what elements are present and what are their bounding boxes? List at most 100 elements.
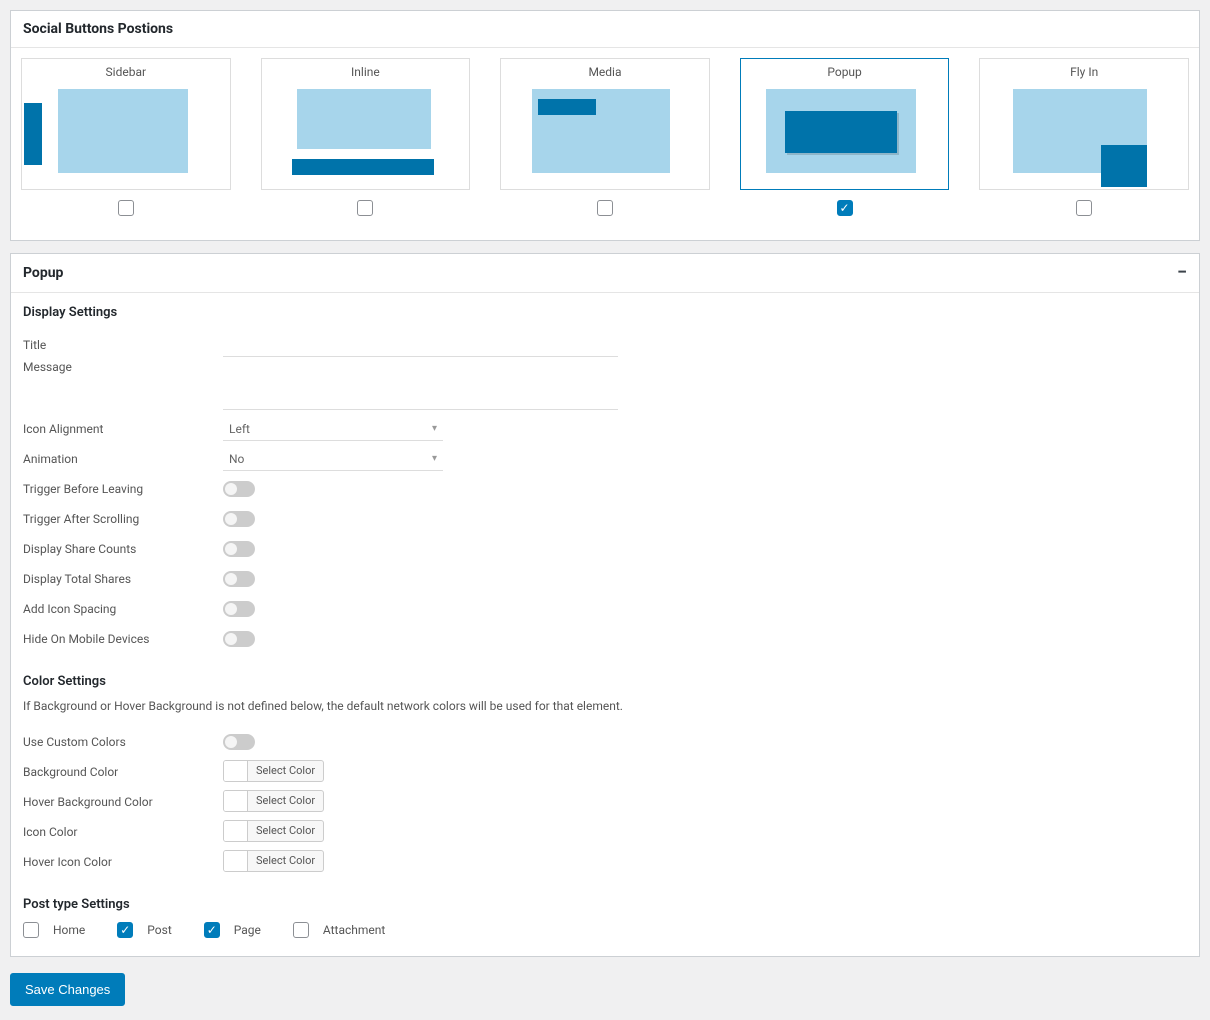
add-icon-spacing-toggle[interactable] <box>223 601 255 617</box>
position-card-inline[interactable]: Inline <box>261 58 471 190</box>
position-checkbox-sidebar[interactable] <box>118 200 134 216</box>
field-row-display-total-shares: Display Total Shares <box>23 564 1187 594</box>
animation-select[interactable]: No ▾ <box>223 448 443 471</box>
position-option-media: Media <box>500 58 710 220</box>
position-checkbox-media[interactable] <box>597 200 613 216</box>
field-row-hide-on-mobile: Hide On Mobile Devices <box>23 624 1187 654</box>
popup-panel-body: Display Settings Title Message Icon Alig… <box>11 293 1199 956</box>
background-color-button[interactable]: Select Color <box>223 760 324 782</box>
hide-on-mobile-toggle[interactable] <box>223 631 255 647</box>
field-row-trigger-before-leaving: Trigger Before Leaving <box>23 474 1187 504</box>
field-row-message: Message <box>23 360 1187 414</box>
animation-value: No <box>229 452 244 466</box>
position-label: Fly In <box>980 65 1188 79</box>
icon-alignment-value: Left <box>229 422 250 436</box>
field-row-background-color: Background Color Select Color <box>23 757 1187 787</box>
posttype-checkbox-home[interactable] <box>23 922 39 938</box>
collapse-icon[interactable]: − <box>1177 264 1187 282</box>
animation-label: Animation <box>23 452 223 466</box>
positions-panel-header: Social Buttons Postions <box>11 11 1199 48</box>
select-color-label: Select Color <box>248 821 323 840</box>
trigger-before-leaving-toggle[interactable] <box>223 481 255 497</box>
position-label: Media <box>501 65 709 79</box>
popup-panel-header: Popup − <box>11 254 1199 293</box>
display-share-counts-label: Display Share Counts <box>23 542 223 556</box>
display-settings-heading: Display Settings <box>23 305 1187 320</box>
color-settings-section: Color Settings If Background or Hover Ba… <box>23 674 1187 877</box>
position-option-flyin: Fly In <box>979 58 1189 220</box>
field-row-icon-color: Icon Color Select Color <box>23 817 1187 847</box>
field-row-display-share-counts: Display Share Counts <box>23 534 1187 564</box>
display-share-counts-toggle[interactable] <box>223 541 255 557</box>
position-label: Sidebar <box>22 65 230 79</box>
field-row-hover-background-color: Hover Background Color Select Color <box>23 787 1187 817</box>
message-label: Message <box>23 360 223 374</box>
posttype-item-page: ✓ Page <box>204 922 261 938</box>
icon-alignment-label: Icon Alignment <box>23 422 223 436</box>
posttype-checkbox-attachment[interactable] <box>293 922 309 938</box>
use-custom-colors-label: Use Custom Colors <box>23 735 223 749</box>
message-input[interactable] <box>223 360 618 410</box>
color-settings-subtext: If Background or Hover Background is not… <box>23 699 1187 713</box>
posttype-checkbox-page[interactable]: ✓ <box>204 922 220 938</box>
hover-background-color-button[interactable]: Select Color <box>223 790 324 812</box>
trigger-after-scrolling-toggle[interactable] <box>223 511 255 527</box>
position-label: Popup <box>741 65 949 79</box>
color-swatch-icon <box>224 821 248 841</box>
display-total-shares-label: Display Total Shares <box>23 572 223 586</box>
post-type-settings-heading: Post type Settings <box>23 897 1187 912</box>
trigger-before-leaving-label: Trigger Before Leaving <box>23 482 223 496</box>
position-card-popup[interactable]: Popup <box>740 58 950 190</box>
color-swatch-icon <box>224 851 248 871</box>
field-row-hover-icon-color: Hover Icon Color Select Color <box>23 847 1187 877</box>
select-color-label: Select Color <box>248 851 323 870</box>
posttype-label-post: Post <box>147 923 171 937</box>
posttype-label-attachment: Attachment <box>323 923 385 937</box>
position-option-sidebar: Sidebar <box>21 58 231 220</box>
hide-on-mobile-label: Hide On Mobile Devices <box>23 632 223 646</box>
position-card-sidebar[interactable]: Sidebar <box>21 58 231 190</box>
icon-alignment-select[interactable]: Left ▾ <box>223 418 443 441</box>
position-option-popup: Popup ✓ <box>740 58 950 220</box>
hover-icon-color-button[interactable]: Select Color <box>223 850 324 872</box>
icon-color-button[interactable]: Select Color <box>223 820 324 842</box>
popup-panel: Popup − Display Settings Title Message I… <box>10 253 1200 957</box>
position-card-media[interactable]: Media <box>500 58 710 190</box>
position-card-flyin[interactable]: Fly In <box>979 58 1189 190</box>
select-color-label: Select Color <box>248 761 323 780</box>
use-custom-colors-toggle[interactable] <box>223 734 255 750</box>
posttype-label-page: Page <box>234 923 261 937</box>
background-color-label: Background Color <box>23 765 223 779</box>
save-button[interactable]: Save Changes <box>10 973 125 1006</box>
chevron-down-icon: ▾ <box>432 423 437 434</box>
color-settings-heading: Color Settings <box>23 674 1187 689</box>
field-row-trigger-after-scrolling: Trigger After Scrolling <box>23 504 1187 534</box>
field-row-title: Title <box>23 330 1187 360</box>
posttype-item-attachment: Attachment <box>293 922 385 938</box>
display-total-shares-toggle[interactable] <box>223 571 255 587</box>
positions-panel: Social Buttons Postions Sidebar Inline <box>10 10 1200 241</box>
position-option-inline: Inline <box>261 58 471 220</box>
position-label: Inline <box>262 65 470 79</box>
field-row-add-icon-spacing: Add Icon Spacing <box>23 594 1187 624</box>
posttype-checkbox-post[interactable]: ✓ <box>117 922 133 938</box>
title-input[interactable] <box>223 333 618 357</box>
field-row-animation: Animation No ▾ <box>23 444 1187 474</box>
post-type-settings-section: Post type Settings Home ✓ Post ✓ Page At… <box>23 897 1187 938</box>
posttype-label-home: Home <box>53 923 85 937</box>
select-color-label: Select Color <box>248 791 323 810</box>
field-row-icon-alignment: Icon Alignment Left ▾ <box>23 414 1187 444</box>
display-settings-section: Display Settings Title Message Icon Alig… <box>23 305 1187 654</box>
title-label: Title <box>23 338 223 352</box>
hover-icon-color-label: Hover Icon Color <box>23 855 223 869</box>
icon-color-label: Icon Color <box>23 825 223 839</box>
position-checkbox-inline[interactable] <box>357 200 373 216</box>
position-checkbox-flyin[interactable] <box>1076 200 1092 216</box>
trigger-after-scrolling-label: Trigger After Scrolling <box>23 512 223 526</box>
positions-grid: Sidebar Inline <box>11 48 1199 240</box>
posttype-item-home: Home <box>23 922 85 938</box>
position-checkbox-popup[interactable]: ✓ <box>837 200 853 216</box>
popup-title: Popup <box>23 265 63 281</box>
posttype-item-post: ✓ Post <box>117 922 171 938</box>
positions-title: Social Buttons Postions <box>23 21 173 37</box>
